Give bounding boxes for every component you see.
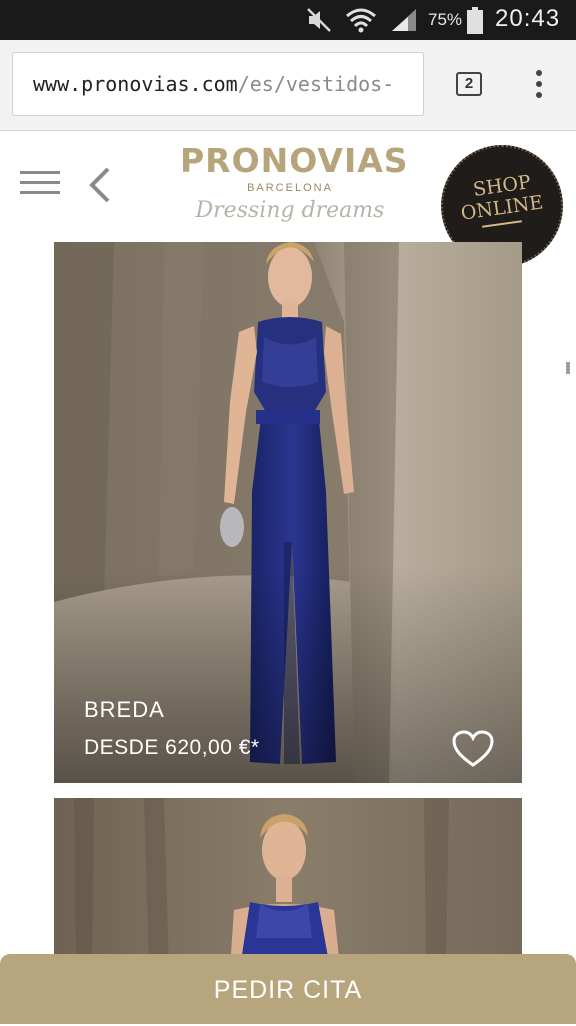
brand-tagline: Dressing dreams	[195, 198, 385, 223]
back-arrow-icon[interactable]	[86, 165, 114, 205]
book-appointment-button[interactable]: PEDIR CITA	[0, 954, 576, 1024]
wifi-icon	[346, 8, 376, 33]
product-photo	[54, 798, 522, 968]
hamburger-menu-icon[interactable]	[20, 171, 60, 197]
product-price: DESDE 620,00 €*	[84, 736, 260, 759]
site-header: PRONOVIAS BARCELONA Dressing dreams SHOP…	[0, 131, 576, 267]
url-path: /es/vestidos-	[237, 72, 395, 96]
brand-location: BARCELONA	[247, 182, 333, 194]
product-card[interactable]	[54, 798, 522, 968]
favorite-heart-icon[interactable]	[452, 730, 494, 768]
status-bar: 75% 20:43	[0, 0, 576, 40]
battery-icon	[467, 7, 483, 34]
brand-logo[interactable]: PRONOVIAS BARCELONA Dressing dreams	[180, 141, 409, 223]
signal-icon	[392, 9, 416, 31]
browser-toolbar: www.pronovias.com/es/vestidos- 2	[0, 40, 576, 131]
tabs-switcher-button[interactable]: 2	[456, 72, 482, 96]
brand-name: PRONOVIAS	[180, 141, 409, 180]
product-name: BREDA	[84, 697, 165, 722]
mute-icon	[307, 8, 331, 32]
shop-badge-underline	[482, 220, 522, 228]
clock: 20:43	[495, 5, 561, 32]
url-host: www.pronovias.com	[33, 72, 238, 96]
browser-menu-icon[interactable]	[527, 67, 551, 103]
scroll-indicator	[566, 362, 570, 374]
address-bar[interactable]: www.pronovias.com/es/vestidos-	[12, 52, 424, 116]
product-card[interactable]: BREDA DESDE 620,00 €*	[54, 242, 522, 783]
battery-percent: 75%	[428, 10, 463, 29]
